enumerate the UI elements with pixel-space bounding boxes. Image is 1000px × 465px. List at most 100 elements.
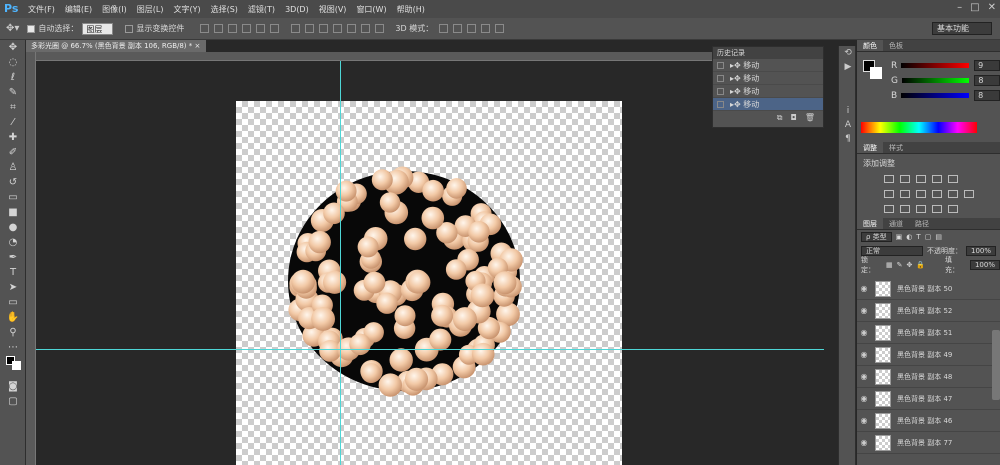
background-color-swatch[interactable]: [870, 67, 882, 79]
distribute-vcenter-icon[interactable]: [305, 24, 315, 33]
layer-row[interactable]: ◉ 黑色背景 副本 48: [857, 366, 1000, 388]
horizontal-ruler[interactable]: [36, 52, 712, 61]
auto-align-icon[interactable]: [375, 24, 385, 33]
channel-mixer-icon[interactable]: [948, 190, 958, 198]
new-snapshot-icon[interactable]: ◘: [791, 113, 797, 122]
menu-filter[interactable]: 滤镜(T): [248, 4, 275, 15]
black-white-icon[interactable]: [916, 190, 926, 198]
close-icon[interactable]: ✕: [988, 2, 996, 13]
distribute-bottom-icon[interactable]: [319, 24, 329, 33]
screen-mode-icon[interactable]: ▢: [0, 394, 26, 409]
selective-color-icon[interactable]: [932, 205, 942, 213]
fill-field[interactable]: 100%: [969, 260, 1000, 270]
history-item[interactable]: ▸✥ 移动: [713, 59, 823, 72]
invert-icon[interactable]: [884, 205, 894, 213]
gradient-tool-icon[interactable]: ■: [0, 205, 26, 220]
visibility-eye-icon[interactable]: ◉: [857, 350, 871, 359]
3d-pan-icon[interactable]: [467, 24, 477, 33]
align-right-icon[interactable]: [270, 24, 280, 33]
path-select-icon[interactable]: ➤: [0, 280, 26, 295]
history-brush-icon[interactable]: ↺: [0, 175, 26, 190]
vertical-ruler[interactable]: [26, 52, 36, 465]
layer-row[interactable]: ◉ 黑色背景 副本 47: [857, 388, 1000, 410]
hue-saturation-icon[interactable]: [884, 190, 894, 198]
layer-row[interactable]: ◉ 黑色背景 副本 50: [857, 278, 1000, 300]
align-left-icon[interactable]: [242, 24, 252, 33]
menu-select[interactable]: 选择(S): [211, 4, 238, 15]
blur-tool-icon[interactable]: ●: [0, 220, 26, 235]
edit-toolbar-icon[interactable]: ⋯: [0, 340, 26, 355]
vertical-guide[interactable]: [340, 61, 341, 465]
visibility-eye-icon[interactable]: ◉: [857, 416, 871, 425]
canvas-area[interactable]: [36, 61, 824, 465]
layer-row[interactable]: ◉ 黑色背景 副本 77: [857, 432, 1000, 454]
color-spectrum[interactable]: [861, 122, 977, 133]
clone-stamp-icon[interactable]: ♙: [0, 160, 26, 175]
visibility-eye-icon[interactable]: ◉: [857, 328, 871, 337]
horizontal-guide[interactable]: [36, 349, 824, 350]
close-tab-icon[interactable]: ×: [195, 42, 201, 50]
layer-filter-dropdown[interactable]: ρ 类型: [861, 232, 892, 242]
history-item[interactable]: ▸✥ 移动: [713, 85, 823, 98]
distribute-top-icon[interactable]: [291, 24, 301, 33]
3d-scale-icon[interactable]: [495, 24, 505, 33]
red-value-field[interactable]: 9: [974, 60, 1000, 71]
move-tool-icon[interactable]: ✥: [0, 40, 26, 55]
menu-file[interactable]: 文件(F): [28, 4, 55, 15]
menu-layer[interactable]: 图层(L): [137, 4, 164, 15]
lock-transparency-icon[interactable]: ▦: [886, 261, 893, 269]
visibility-eye-icon[interactable]: ◉: [857, 394, 871, 403]
distribute-hcenter-icon[interactable]: [347, 24, 357, 33]
photo-filter-icon[interactable]: [932, 190, 942, 198]
visibility-eye-icon[interactable]: ◉: [857, 438, 871, 447]
actions-panel-icon[interactable]: ▶: [839, 60, 857, 74]
menu-edit[interactable]: 编辑(E): [65, 4, 92, 15]
gradient-map-icon[interactable]: [948, 205, 958, 213]
zoom-tool-icon[interactable]: ⚲: [0, 325, 26, 340]
filter-adjust-icon[interactable]: ◐: [906, 233, 912, 241]
posterize-icon[interactable]: [900, 205, 910, 213]
lasso-tool-icon[interactable]: ℓ: [0, 70, 26, 85]
history-panel-icon[interactable]: ⟲: [839, 46, 857, 60]
3d-slide-icon[interactable]: [481, 24, 491, 33]
swap-colors-icon[interactable]: [0, 355, 26, 379]
marquee-tool-icon[interactable]: ◌: [0, 55, 26, 70]
filter-smart-icon[interactable]: ▤: [935, 233, 942, 241]
3d-roll-icon[interactable]: [453, 24, 463, 33]
brightness-icon[interactable]: [884, 175, 894, 183]
distribute-right-icon[interactable]: [361, 24, 371, 33]
document-canvas[interactable]: [236, 101, 622, 465]
exposure-icon[interactable]: [932, 175, 942, 183]
layer-row[interactable]: ◉ 黑色背景 副本 51: [857, 322, 1000, 344]
vibrance-icon[interactable]: [948, 175, 958, 183]
filter-type-icon[interactable]: T: [916, 233, 920, 241]
filter-shape-icon[interactable]: ▢: [925, 233, 932, 241]
show-transform-checkbox[interactable]: [125, 24, 134, 33]
lock-pixels-icon[interactable]: ✎: [897, 261, 903, 269]
blue-value-field[interactable]: 8: [974, 90, 1000, 101]
distribute-left-icon[interactable]: [333, 24, 343, 33]
shape-tool-icon[interactable]: ▭: [0, 295, 26, 310]
visibility-eye-icon[interactable]: ◉: [857, 306, 871, 315]
menu-window[interactable]: 窗口(W): [356, 4, 386, 15]
pen-tool-icon[interactable]: ✒: [0, 250, 26, 265]
3d-rotate-icon[interactable]: [439, 24, 449, 33]
eraser-tool-icon[interactable]: ▭: [0, 190, 26, 205]
tab-styles[interactable]: 样式: [883, 142, 909, 153]
lock-all-icon[interactable]: 🔒: [916, 261, 925, 269]
layer-row[interactable]: ◉ 黑色背景 副本 46: [857, 410, 1000, 432]
curves-icon[interactable]: [916, 175, 926, 183]
brush-tool-icon[interactable]: ✐: [0, 145, 26, 160]
menu-type[interactable]: 文字(Y): [173, 4, 200, 15]
align-top-icon[interactable]: [200, 24, 210, 33]
blue-slider[interactable]: [901, 93, 970, 98]
menu-3d[interactable]: 3D(D): [285, 5, 309, 14]
maximize-icon[interactable]: □: [970, 2, 979, 13]
color-balance-icon[interactable]: [900, 190, 910, 198]
visibility-eye-icon[interactable]: ◉: [857, 284, 871, 293]
tab-paths[interactable]: 路径: [909, 218, 935, 229]
history-item-selected[interactable]: ▸✥ 移动: [713, 98, 823, 111]
tab-swatches[interactable]: 色板: [883, 40, 909, 51]
green-value-field[interactable]: 8: [974, 75, 1000, 86]
type-tool-icon[interactable]: T: [0, 265, 26, 280]
